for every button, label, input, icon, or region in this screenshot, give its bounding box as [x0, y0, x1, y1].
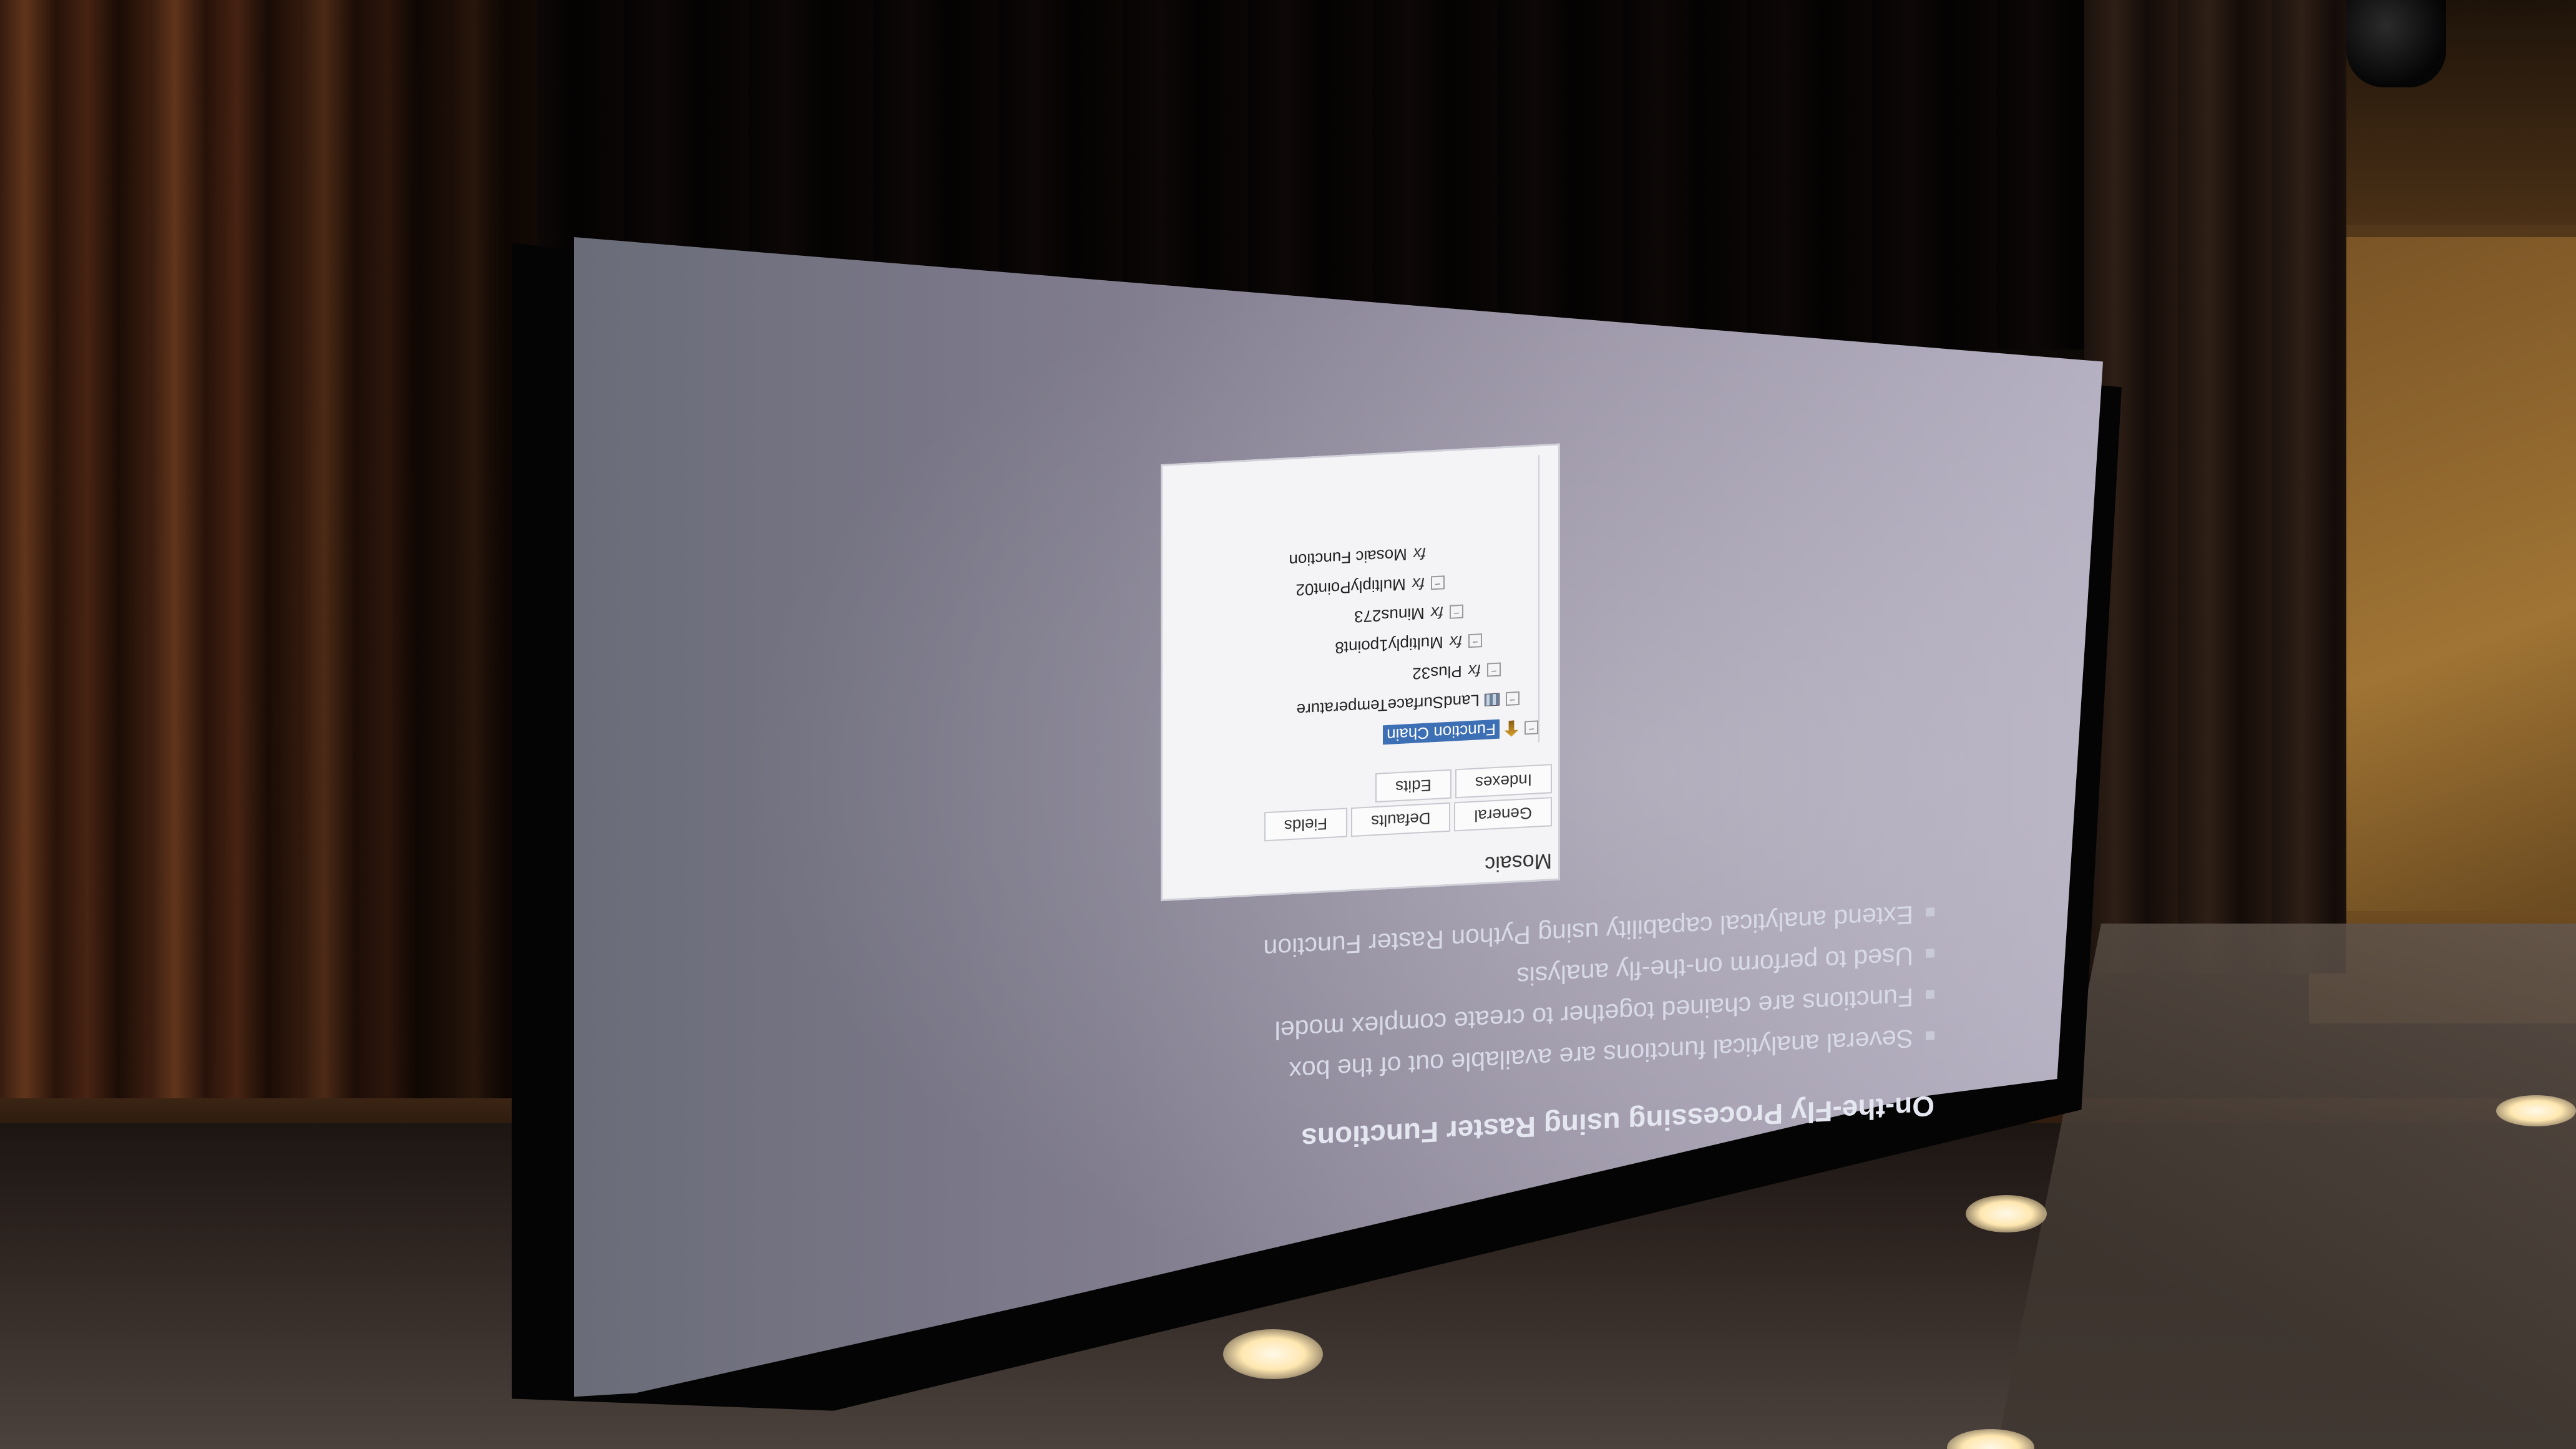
- bullet-icon: [1926, 907, 1934, 917]
- collapse-icon[interactable]: −: [1487, 662, 1501, 677]
- fx-icon: fx: [1412, 574, 1425, 594]
- function-chain-tree: − Function Chain − LandSurfaceTemperatur…: [1176, 455, 1539, 761]
- dialog-tabs: General Defaults Fields Indexes Edits: [1165, 760, 1552, 846]
- collapse-icon[interactable]: −: [1525, 720, 1538, 735]
- tab-edits[interactable]: Edits: [1375, 769, 1451, 803]
- tree-item-label: Mosaic Function: [1289, 545, 1407, 570]
- function-chain-icon: [1505, 720, 1518, 737]
- tab-defaults[interactable]: Defaults: [1351, 802, 1451, 837]
- stage-curtain-right: [2084, 0, 2346, 973]
- bullet-icon: [1926, 989, 1934, 999]
- fx-icon: fx: [1413, 544, 1426, 564]
- dialog-title: Mosaic: [1485, 849, 1552, 876]
- ceiling-fixture: [2346, 0, 2446, 87]
- tab-general[interactable]: General: [1454, 797, 1552, 832]
- raster-icon: [1485, 693, 1500, 706]
- auditorium-scene: On-the-Fly Processing using Raster Funct…: [0, 0, 2576, 1449]
- collapse-icon[interactable]: −: [1431, 575, 1445, 590]
- tree-item-label: MultiplyPoint02: [1295, 575, 1406, 600]
- collapse-icon[interactable]: −: [1450, 604, 1463, 619]
- projected-slide: On-the-Fly Processing using Raster Funct…: [1161, 329, 1959, 1163]
- floor-light: [1223, 1329, 1323, 1379]
- curtain-shadow: [237, 0, 537, 1148]
- tree-item-label: LandSurfaceTemperature: [1296, 691, 1480, 720]
- tree-item-label: Multiply1point8: [1335, 633, 1443, 658]
- mosaic-properties-dialog: Mosaic General Defaults Fields Indexes E…: [1161, 443, 1560, 902]
- collapse-icon[interactable]: −: [1506, 691, 1520, 706]
- fx-icon: fx: [1430, 603, 1443, 623]
- bullet-list: Several analytical functions are availab…: [1263, 893, 1934, 1093]
- bullet-icon: [1926, 1030, 1934, 1040]
- tab-fields[interactable]: Fields: [1264, 807, 1348, 842]
- floor-light: [1966, 1195, 2047, 1232]
- floor-light: [2496, 1095, 2576, 1126]
- tab-indexes[interactable]: Indexes: [1455, 764, 1552, 799]
- tree-item-label: Function Chain: [1383, 720, 1500, 745]
- fx-icon: fx: [1449, 632, 1462, 652]
- tree-item-label: Minus273: [1354, 604, 1425, 627]
- wall-panel: [2328, 237, 2576, 911]
- fx-icon: fx: [1468, 661, 1481, 681]
- tree-item-label: Plus32: [1412, 662, 1462, 684]
- bullet-icon: [1926, 948, 1934, 958]
- collapse-icon[interactable]: −: [1468, 633, 1482, 648]
